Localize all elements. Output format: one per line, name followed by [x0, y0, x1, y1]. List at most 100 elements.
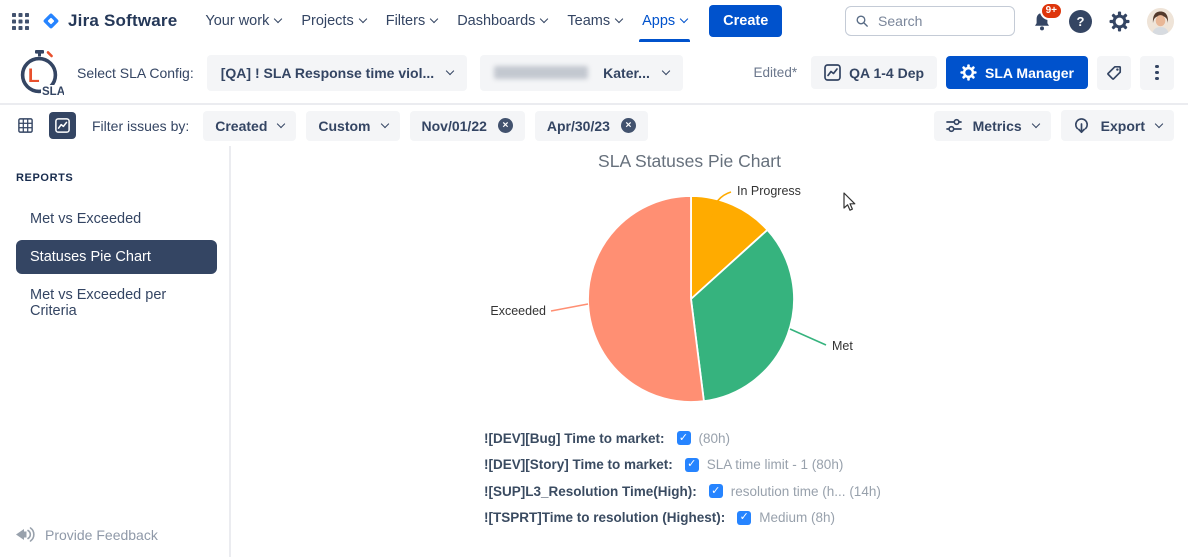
- filter-issues-label: Filter issues by:: [92, 118, 189, 134]
- criteria-label: ![TSPRT]Time to resolution (Highest):: [484, 510, 725, 525]
- megaphone-icon: [14, 525, 35, 544]
- redacted-text: [494, 66, 588, 79]
- svg-text:SLA: SLA: [42, 86, 64, 97]
- chevron-down-icon: [680, 15, 688, 23]
- chevron-down-icon: [380, 119, 388, 127]
- pie-label-in-progress: In Progress: [737, 184, 801, 198]
- pie-label-met: Met: [832, 339, 853, 353]
- chevron-down-icon: [446, 66, 454, 74]
- report-main: SLA Statuses Pie Chart In Progress Excee…: [231, 146, 1188, 557]
- tag-icon: [1105, 64, 1123, 82]
- create-button[interactable]: Create: [709, 5, 782, 37]
- sidebar-item-statuses-pie-chart[interactable]: Statuses Pie Chart: [16, 240, 217, 274]
- settings-button[interactable]: [1109, 11, 1130, 32]
- nav-item-filters[interactable]: Filters: [376, 0, 447, 42]
- notification-badge: 9+: [1040, 2, 1063, 20]
- sla-statuses-pie-chart: In Progress Exceeded Met: [460, 169, 900, 431]
- export-dropdown[interactable]: Export: [1061, 110, 1174, 141]
- criteria-checkbox[interactable]: ✓: [737, 511, 751, 525]
- table-icon: [18, 117, 33, 134]
- criteria-checkbox[interactable]: ✓: [709, 484, 723, 498]
- criteria-checkbox[interactable]: ✓: [677, 431, 691, 445]
- sliders-icon: [946, 118, 962, 133]
- sla-config-bar: L SLA Select SLA Config: [QA] ! SLA Resp…: [0, 42, 1188, 105]
- search-box[interactable]: [845, 6, 1015, 36]
- remove-date-from-icon[interactable]: ×: [498, 118, 513, 133]
- user-avatar[interactable]: [1147, 8, 1174, 35]
- sidebar-item-met-vs-exceeded-per-criteria[interactable]: Met vs Exceeded per Criteria: [16, 278, 217, 328]
- criteria-label: ![DEV][Bug] Time to market:: [484, 431, 665, 446]
- nav-item-apps[interactable]: Apps: [632, 0, 697, 42]
- top-nav: Jira Software Your work Projects Filters…: [0, 0, 1188, 42]
- pie-slice-exceeded[interactable]: [588, 196, 704, 402]
- criteria-row: ![SUP]L3_Resolution Time(High): ✓ resolu…: [484, 483, 881, 499]
- remove-date-to-icon[interactable]: ×: [621, 118, 636, 133]
- created-field-dropdown[interactable]: Created: [203, 111, 296, 141]
- chevron-down-icon: [540, 15, 548, 23]
- sla-criteria-list: ![DEV][Bug] Time to market: ✓ (80h) ![DE…: [484, 430, 881, 526]
- chevron-down-icon: [358, 15, 366, 23]
- pie-label-exceeded: Exceeded: [490, 304, 546, 318]
- select-sla-config-label: Select SLA Config:: [77, 65, 194, 81]
- gear-icon: [960, 64, 977, 81]
- table-view-toggle[interactable]: [12, 112, 39, 139]
- nav-item-your-work[interactable]: Your work: [195, 0, 291, 42]
- line-chart-icon: [55, 117, 70, 134]
- jira-logo[interactable]: Jira Software: [41, 11, 177, 31]
- nav-item-dashboards[interactable]: Dashboards: [447, 0, 557, 42]
- label-tag-button[interactable]: [1097, 56, 1131, 90]
- criteria-value: resolution time (h... (14h): [731, 484, 881, 499]
- line-chart-icon: [824, 64, 841, 81]
- date-to-chip[interactable]: Apr/30/23 ×: [535, 111, 648, 141]
- export-download-icon: [1073, 117, 1090, 134]
- date-range-dropdown[interactable]: Custom: [306, 111, 399, 141]
- leader-line-met: [790, 329, 826, 345]
- notifications-button[interactable]: 9+: [1032, 11, 1052, 32]
- search-icon: [856, 14, 868, 28]
- gear-icon: [1109, 11, 1130, 32]
- sla-user-dropdown[interactable]: Kater...: [480, 55, 683, 91]
- content-area: REPORTS Met vs Exceeded Statuses Pie Cha…: [0, 146, 1188, 557]
- criteria-value: (80h): [699, 431, 731, 446]
- chevron-down-icon: [662, 66, 670, 74]
- reports-sidebar: REPORTS Met vs Exceeded Statuses Pie Cha…: [0, 146, 231, 557]
- edited-status: Edited*: [754, 65, 798, 80]
- jira-diamond-icon: [41, 11, 61, 31]
- chevron-down-icon: [277, 119, 285, 127]
- chevron-down-icon: [274, 15, 282, 23]
- nav-item-teams[interactable]: Teams: [557, 0, 632, 42]
- app-switcher-icon[interactable]: [12, 13, 29, 30]
- sidebar-item-met-vs-exceeded[interactable]: Met vs Exceeded: [16, 202, 217, 236]
- sla-plugin-logo: L SLA: [14, 49, 64, 97]
- criteria-row: ![TSPRT]Time to resolution (Highest): ✓ …: [484, 510, 881, 526]
- leader-line-exceeded: [551, 304, 588, 311]
- chevron-down-icon: [615, 15, 623, 23]
- chevron-down-icon: [1155, 119, 1163, 127]
- app-title: Jira Software: [68, 11, 177, 31]
- criteria-row: ![DEV][Story] Time to market: ✓ SLA time…: [484, 457, 881, 473]
- metrics-dropdown[interactable]: Metrics: [934, 111, 1051, 141]
- criteria-value: SLA time limit - 1 (80h): [707, 457, 844, 472]
- chevron-down-icon: [1031, 119, 1039, 127]
- criteria-label: ![DEV][Story] Time to market:: [484, 457, 673, 472]
- nav-item-projects[interactable]: Projects: [291, 0, 375, 42]
- more-options-button[interactable]: [1140, 56, 1174, 90]
- chart-view-toggle[interactable]: [49, 112, 76, 139]
- search-input[interactable]: [876, 12, 1004, 30]
- date-from-chip[interactable]: Nov/01/22 ×: [410, 111, 525, 141]
- chevron-down-icon: [430, 15, 438, 23]
- sla-manager-button[interactable]: SLA Manager: [946, 56, 1088, 89]
- avatar-photo: [1147, 8, 1174, 35]
- kebab-menu-icon: [1155, 65, 1158, 80]
- sla-config-dropdown[interactable]: [QA] ! SLA Response time viol...: [207, 55, 467, 91]
- help-button[interactable]: ?: [1069, 10, 1092, 33]
- svg-text:L: L: [28, 66, 40, 87]
- qa-dashboard-button[interactable]: QA 1-4 Dep: [811, 56, 937, 89]
- criteria-row: ![DEV][Bug] Time to market: ✓ (80h): [484, 430, 881, 446]
- criteria-label: ![SUP]L3_Resolution Time(High):: [484, 484, 697, 499]
- filter-bar: Filter issues by: Created Custom Nov/01/…: [0, 105, 1188, 146]
- reports-header: REPORTS: [16, 172, 217, 184]
- provide-feedback-link[interactable]: Provide Feedback: [14, 525, 158, 544]
- criteria-value: Medium (8h): [759, 510, 835, 525]
- criteria-checkbox[interactable]: ✓: [685, 458, 699, 472]
